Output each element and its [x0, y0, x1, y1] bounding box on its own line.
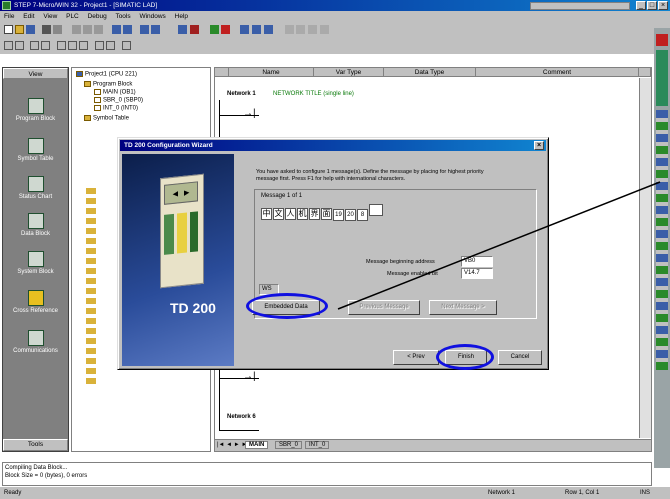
pointer-line [337, 181, 661, 310]
annotation-pointer-line [337, 181, 661, 310]
